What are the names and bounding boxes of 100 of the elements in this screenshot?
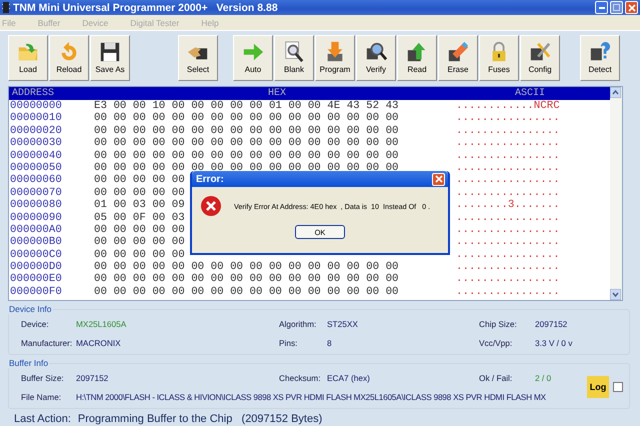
hex-bytes: 00 00 00 00 00 (94, 174, 185, 187)
column-header: ADDRESS (11, 87, 56, 100)
ascii-text: ................ (456, 273, 560, 286)
address-cell-text: 000000C0 (9, 248, 63, 262)
chip-icon (2, 2, 10, 13)
status-text: Programming Buffer to the Chip (2097152 Bytes) (78, 413, 322, 425)
ascii-text: ................ (456, 248, 560, 262)
file-path: H:\TNM 2000\FLASH - ICLASS & HIVION\ICLASS 9898 XS PVR HDMI FLASH MX25L1605A\ICLASS 9898 XS PVR HDMI FLASH MX (76, 392, 546, 402)
hex-bytes: 01 00 03 00 09 (94, 199, 185, 212)
ascii-text: ................ (456, 186, 560, 200)
address-cell-text: 00000070 (9, 186, 63, 200)
hex-bytes: 00 00 00 00 00 00 00 00 00 00 00 00 00 00 00 00 (94, 273, 399, 286)
maximize-button[interactable] (610, 1, 623, 14)
arrow-right-icon (242, 41, 264, 63)
field-label: Device: (21, 318, 50, 328)
minimize-button[interactable] (595, 1, 608, 14)
field-value: 2097152 (535, 318, 568, 328)
toolbar-button[interactable]: Reload (49, 34, 89, 80)
field-label: Checksum: (279, 372, 322, 382)
field-label: Vcc/Vpp: (479, 338, 514, 348)
field-label: Ok / Fail: (479, 372, 514, 382)
close-button[interactable] (625, 1, 638, 14)
field-label: Pins: (279, 338, 298, 348)
toolbar-button[interactable]: Auto (233, 34, 273, 80)
group-title: Device Info (8, 304, 53, 314)
minimize-icon (598, 6, 604, 9)
toolbar-button[interactable]: Fuses (479, 34, 519, 80)
hex-bytes: 00 00 00 00 00 00 00 00 00 00 00 00 00 00 00 00 (94, 137, 399, 150)
field-value: 2 / 0 (535, 372, 552, 382)
address-cell-text: 00000060 (9, 174, 63, 187)
ascii-text: ................ (456, 286, 560, 298)
toolbar-button[interactable]: Detect (580, 34, 620, 80)
field-value: 2097152 (76, 372, 108, 382)
field-value: ST25XX (327, 318, 358, 328)
close-button[interactable] (432, 172, 445, 186)
field-value: 3.3 V / 0 v (535, 338, 572, 348)
toolbar-button[interactable]: Read (397, 34, 437, 80)
hex-bytes: 00 00 00 00 00 00 00 00 00 00 00 00 00 00 00 00 (94, 124, 399, 138)
scroll-down-icon[interactable] (610, 289, 621, 300)
toolbar-button[interactable]: Select (178, 34, 218, 80)
hex-bytes: 00 00 00 00 00 (94, 248, 185, 262)
address-cell-text: 00000090 (9, 212, 63, 224)
hex-bytes: E3 00 00 10 00 00 00 00 00 01 00 00 4E 43 52 43 (94, 100, 399, 112)
ascii-text: ........3....... (456, 199, 560, 212)
address-cell-text: 000000F0 (9, 286, 63, 298)
toolbar-button[interactable]: Save As (90, 34, 130, 80)
column-header: ASCII (514, 87, 546, 100)
ascii-text: ................ (456, 150, 560, 162)
chip-question-icon (589, 41, 611, 63)
window-title: TNM Mini Universal Programmer 2000+ Version 8.88 (13, 2, 279, 14)
log-button[interactable]: Log (587, 376, 609, 398)
field-label: Manufacturer: (21, 338, 74, 348)
hex-bytes: 00 00 00 00 00 (94, 186, 185, 200)
ascii-text: ................ (456, 174, 560, 187)
error-icon (200, 195, 222, 217)
address-cell-text: 00000040 (9, 150, 63, 162)
folder-icon (17, 41, 39, 63)
hex-bytes: 00 00 00 00 00 00 00 00 00 00 00 00 00 00 00 00 (94, 261, 399, 274)
address-cell-text: 000000D0 (9, 261, 63, 274)
field-value: 8 (327, 338, 332, 348)
dialog-title: Error: (196, 174, 224, 184)
ascii-text: ............NCRC (456, 100, 560, 112)
status-label: Last Action: (14, 413, 71, 425)
ascii-text: ................ (456, 261, 560, 274)
ascii-text: ................ (456, 162, 560, 174)
address-cell-text: 00000080 (9, 199, 63, 212)
toolbar-button[interactable]: Program (315, 34, 355, 80)
scroll-up-icon[interactable] (610, 87, 621, 98)
field-value: MACRONIX (76, 338, 121, 348)
field-value: MX25L1605A (76, 318, 126, 328)
column-header: HEX (266, 87, 287, 100)
ascii-text: ................ (456, 124, 560, 138)
address-cell-text: 00000030 (9, 137, 63, 150)
address-cell-text: 000000E0 (9, 273, 63, 286)
chip-tools-icon (529, 41, 551, 63)
ascii-text: ................ (456, 224, 560, 236)
close-icon (628, 4, 636, 12)
toolbar-button[interactable]: Erase (438, 34, 478, 80)
address-cell-text: 00000020 (9, 124, 63, 138)
close-icon (434, 175, 442, 183)
toolbar-button[interactable]: Blank (274, 34, 314, 80)
hex-bytes: 00 00 00 00 00 (94, 236, 185, 249)
field-label: Algorithm: (279, 318, 318, 328)
magnifier-icon (283, 41, 305, 63)
address-cell-text: 00000050 (9, 162, 63, 174)
toolbar-button[interactable]: Config (520, 34, 560, 80)
ascii-text: ................ (456, 212, 560, 224)
ascii-text: ................ (456, 137, 560, 150)
field-label: Buffer Size: (21, 372, 65, 382)
ascii-text: ................ (456, 112, 560, 125)
maximize-icon (613, 4, 620, 11)
log-checkbox[interactable] (613, 382, 623, 392)
scrollbar[interactable] (610, 87, 622, 300)
address-cell-text: 000000A0 (9, 224, 63, 236)
ascii-text: ................ (456, 236, 560, 249)
field-value: ECA7 (hex) (327, 372, 370, 382)
hex-bytes: 00 00 00 00 00 00 00 00 00 00 00 00 00 00 00 00 (94, 150, 399, 162)
toolbar-button[interactable]: Load (8, 34, 48, 80)
address-cell-text: 00000010 (9, 112, 63, 125)
toolbar-button[interactable]: Verify (356, 34, 396, 80)
